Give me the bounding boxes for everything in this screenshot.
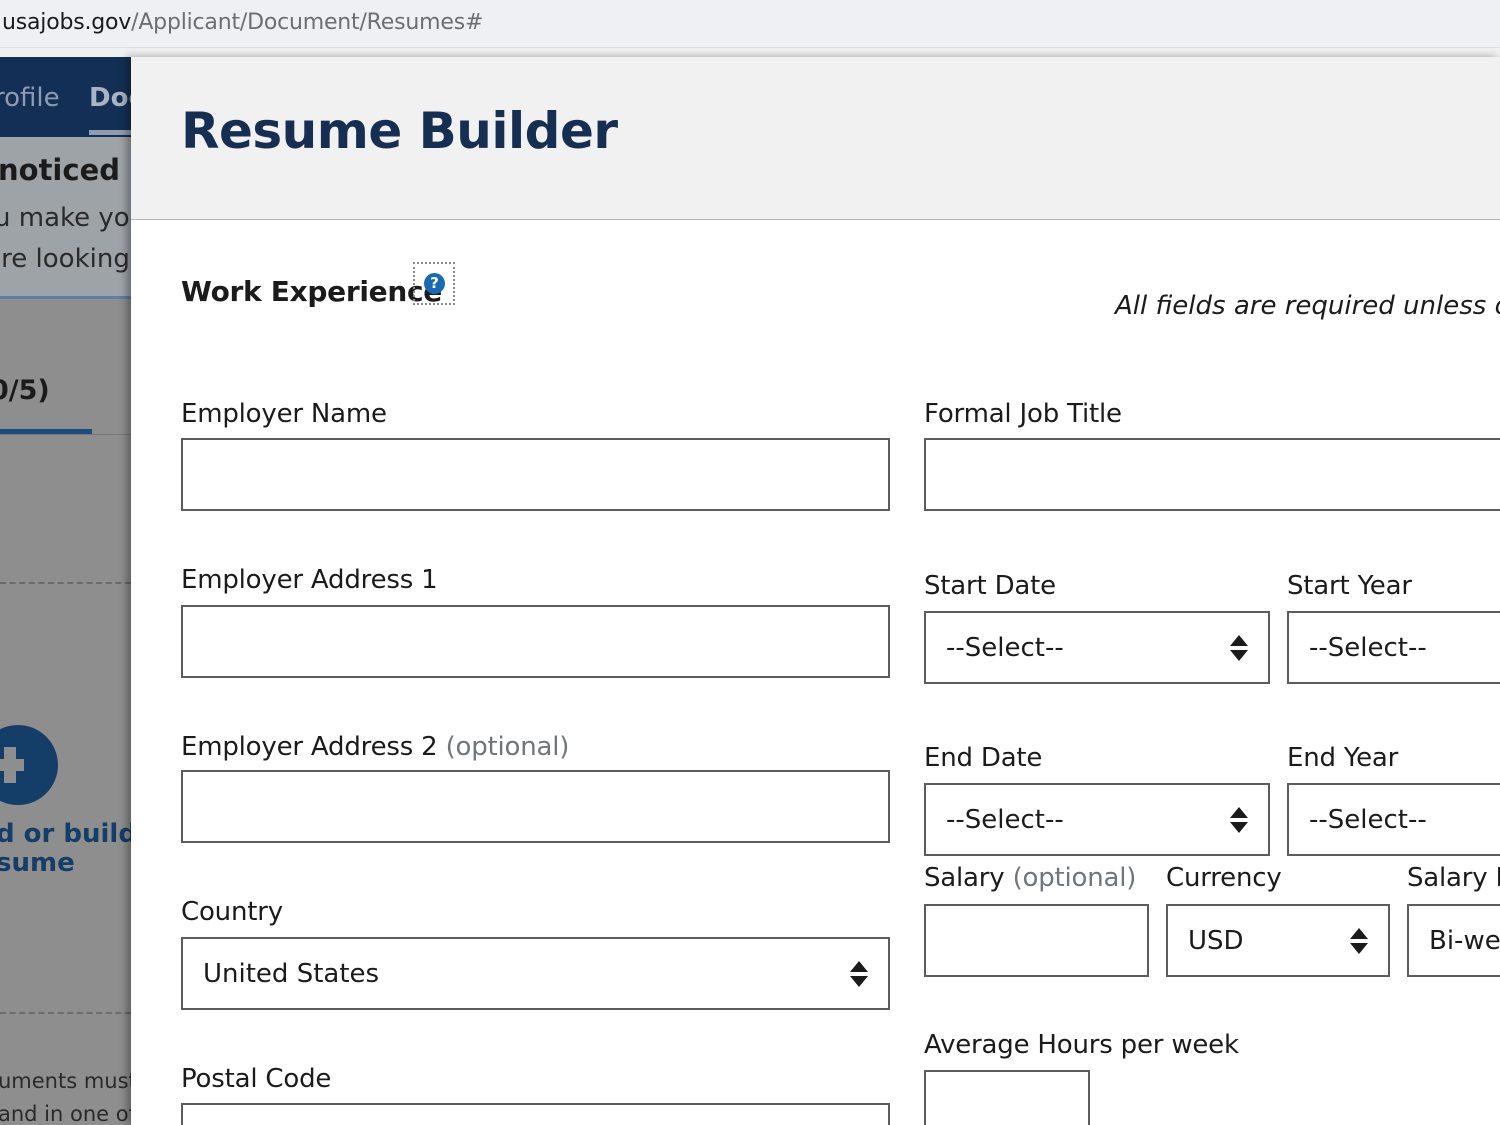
upload-line-1: d or build — [0, 819, 131, 849]
currency-label: Currency — [1166, 863, 1282, 893]
employer-name-input[interactable] — [181, 438, 890, 511]
salary-rate-label: Salary R — [1407, 863, 1500, 893]
average-hours-input[interactable] — [924, 1070, 1090, 1125]
resume-counter: 0/5) — [0, 375, 50, 406]
salary-label-text: Salary — [924, 863, 1005, 893]
end-date-select[interactable]: --Select-- — [924, 783, 1270, 856]
currency-select-value: USD — [1188, 926, 1244, 956]
optional-marker: (optional) — [445, 732, 570, 762]
employer-address-1-label: Employer Address 1 — [181, 565, 438, 595]
nav-active-underline — [89, 130, 131, 135]
currency-select[interactable]: USD — [1166, 904, 1390, 977]
section-title: Work Experience — [181, 275, 442, 308]
background-divider — [0, 434, 131, 435]
start-year-select-value: --Select-- — [1309, 633, 1427, 663]
help-button[interactable]: ? — [413, 262, 455, 305]
alert-line-2: 're looking t — [0, 244, 131, 274]
upload-build-resume-link: d or build sume — [0, 820, 131, 878]
start-year-label: Start Year — [1287, 571, 1412, 601]
country-select[interactable]: United States — [181, 937, 890, 1010]
background-alert: noticed by u make you 're looking t — [0, 137, 131, 299]
end-year-select[interactable]: --Select-- — [1287, 783, 1500, 856]
browser-url-bar[interactable]: usajobs.gov/Applicant/Document/Resumes# — [0, 0, 1500, 48]
modal-header: Resume Builder — [131, 57, 1500, 220]
optional-marker: (optional) — [1012, 863, 1137, 893]
modal-title: Resume Builder — [181, 102, 618, 160]
select-arrows-icon — [850, 961, 868, 989]
url-path: /Applicant/Document/Resumes# — [131, 10, 484, 35]
country-label: Country — [181, 897, 283, 927]
formal-job-title-input[interactable] — [924, 438, 1500, 511]
footer-line-2: and in one of — [0, 1102, 131, 1125]
salary-rate-select-value: Bi-wee — [1429, 926, 1500, 956]
select-arrows-icon — [1230, 807, 1248, 835]
end-year-select-value: --Select-- — [1309, 805, 1427, 835]
required-fields-note: All fields are required unless otherwise… — [1115, 291, 1500, 321]
employer-name-label: Employer Name — [181, 399, 387, 429]
end-year-label: End Year — [1287, 743, 1399, 773]
help-icon: ? — [424, 273, 445, 294]
url-text[interactable]: usajobs.gov/Applicant/Document/Resumes# — [2, 10, 483, 35]
upload-area-bottom-border — [0, 1012, 131, 1014]
country-select-value: United States — [203, 959, 380, 989]
select-arrows-icon — [1350, 928, 1368, 956]
salary-input[interactable] — [924, 904, 1149, 977]
alert-line-1: u make you — [0, 203, 131, 233]
start-date-select[interactable]: --Select-- — [924, 611, 1270, 684]
employer-address-2-input[interactable] — [181, 770, 890, 843]
end-date-label: End Date — [924, 743, 1043, 773]
nav-documents: Doc — [89, 83, 131, 113]
upload-area-top-border — [0, 582, 131, 584]
employer-address-2-label-text: Employer Address 2 — [181, 732, 438, 762]
employer-address-2-label: Employer Address 2 (optional) — [181, 732, 569, 762]
formal-job-title-label: Formal Job Title — [924, 399, 1122, 429]
select-arrows-icon — [1230, 635, 1248, 663]
start-date-select-value: --Select-- — [946, 633, 1064, 663]
background-page: rofile Doc noticed by u make you 're loo… — [0, 57, 131, 1125]
postal-code-input[interactable] — [181, 1103, 890, 1125]
start-year-select[interactable]: --Select-- — [1287, 611, 1500, 684]
upload-line-2: sume — [0, 848, 75, 878]
start-date-label: Start Date — [924, 571, 1056, 601]
employer-address-1-input[interactable] — [181, 605, 890, 678]
footer-line-1: uments must — [0, 1069, 131, 1093]
average-hours-label: Average Hours per week — [924, 1030, 1239, 1060]
postal-code-label: Postal Code — [181, 1064, 332, 1094]
alert-title: noticed by — [0, 153, 131, 187]
url-host: usajobs.gov — [2, 10, 132, 35]
background-nav: rofile Doc — [0, 57, 131, 137]
plus-icon — [0, 725, 58, 805]
salary-label: Salary (optional) — [924, 863, 1136, 893]
resume-builder-modal: Resume Builder Work Experience ? All fie… — [131, 57, 1500, 1125]
nav-profile: rofile — [0, 83, 60, 113]
end-date-select-value: --Select-- — [946, 805, 1064, 835]
salary-rate-select[interactable]: Bi-wee — [1407, 904, 1500, 977]
